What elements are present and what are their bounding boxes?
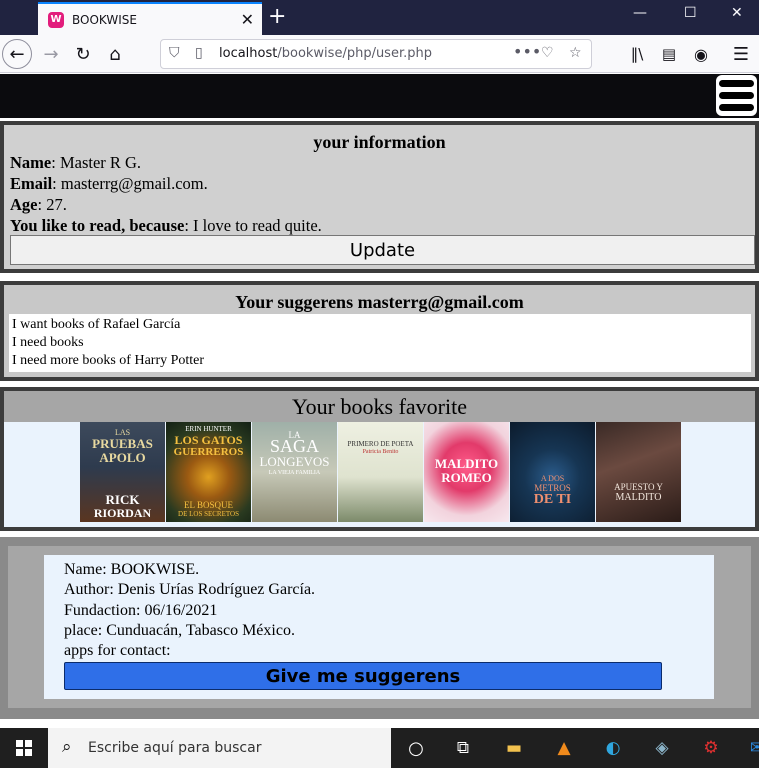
cover-text: DE TI xyxy=(533,492,572,507)
book-cover[interactable]: LA SAGA LONGEVOS LA VIEJA FAMILIA xyxy=(252,422,337,522)
windows-start-icon[interactable] xyxy=(16,740,32,756)
bookwise-favicon-icon: W xyxy=(48,11,64,28)
cover-text: RIORDAN xyxy=(93,506,152,520)
about-author: Author: Denis Urías Rodríguez García. xyxy=(64,581,316,599)
cortana-icon[interactable]: ○ xyxy=(404,736,428,760)
minimize-icon[interactable]: — xyxy=(633,5,647,21)
list-item: I need more books of Harry Potter xyxy=(12,353,205,368)
home-icon[interactable]: ⌂ xyxy=(100,39,130,69)
taskbar-search-input[interactable]: ⌕ Escribe aquí para buscar xyxy=(48,728,391,768)
forward-arrow-icon[interactable]: → xyxy=(36,39,66,69)
age-value: : 27. xyxy=(37,195,67,214)
book-cover[interactable]: LAS PRUEBAS APOLO RICK RIORDAN xyxy=(80,422,165,522)
book-cover[interactable]: PRIMERO DE POETA Patricia Benito xyxy=(338,422,423,522)
cover-text: APOLO xyxy=(99,450,146,465)
name-value: : Master R G. xyxy=(51,153,142,172)
book-cover[interactable]: ERIN HUNTER LOS GATOS GUERREROS EL BOSQU… xyxy=(166,422,251,522)
reason-value: : I love to read quite. xyxy=(184,216,322,235)
cover-text: GUERREROS xyxy=(173,446,244,458)
cover-text: APUESTO Y xyxy=(614,482,663,492)
list-item: I want books of Rafael García xyxy=(12,317,181,332)
favorites-panel: Your books favorite LAS PRUEBAS APOLO RI… xyxy=(0,387,759,531)
pocket-icon[interactable]: ♡ xyxy=(541,45,554,61)
update-button[interactable]: Update xyxy=(10,235,755,265)
cover-text: Patricia Benito xyxy=(362,449,399,455)
account-icon[interactable]: ◉ xyxy=(686,39,716,69)
url-bar[interactable]: ⛉ ▯ localhost/bookwise/php/user.php ••• … xyxy=(160,39,592,69)
book-covers: LAS PRUEBAS APOLO RICK RIORDAN ERIN HUNT… xyxy=(80,422,681,522)
search-placeholder: Escribe aquí para buscar xyxy=(88,740,262,756)
about-name: Name: BOOKWISE. xyxy=(64,561,200,578)
task-view-icon[interactable]: ⧉ xyxy=(451,736,475,760)
game-icon[interactable]: ◈ xyxy=(650,736,674,760)
file-explorer-icon[interactable]: ▬ xyxy=(502,736,526,760)
favorites-title: Your books favorite xyxy=(4,391,755,422)
browser-tab[interactable]: W BOOKWISE ✕ xyxy=(38,2,262,35)
cover-text: MALDITO xyxy=(615,492,662,503)
cover-text: DE LOS SECRETOS xyxy=(178,510,239,518)
email-value: : masterrg@gmail.com. xyxy=(52,174,208,193)
url-path: /bookwise/php/user.php xyxy=(277,46,432,61)
mail-icon[interactable]: ✉ xyxy=(745,736,759,760)
browser-navbar: ← → ↻ ⌂ ⛉ ▯ localhost/bookwise/php/user.… xyxy=(0,35,759,73)
about-frame: Name: BOOKWISE. Author: Denis Urías Rodr… xyxy=(8,546,751,708)
info-email: Email: masterrg@gmail.com. xyxy=(10,173,749,194)
page-icon: ▯ xyxy=(195,45,203,61)
suggestions-title: Your suggerens masterrg@gmail.com xyxy=(235,292,524,312)
site-header xyxy=(0,74,759,118)
search-icon: ⌕ xyxy=(62,737,72,757)
library-icon[interactable]: ‖\ xyxy=(622,39,652,69)
shield-icon[interactable]: ⛉ xyxy=(169,45,180,61)
about-card: Name: BOOKWISE. Author: Denis Urías Rodr… xyxy=(44,555,714,699)
bookmark-star-icon[interactable]: ☆ xyxy=(569,45,582,61)
app-settings-icon[interactable]: ⚙ xyxy=(699,736,723,760)
window-close-icon[interactable]: ✕ xyxy=(731,5,743,21)
cover-text: PRIMERO DE POETA xyxy=(347,440,414,448)
book-cover[interactable]: APUESTO Y MALDITO xyxy=(596,422,681,522)
maximize-icon[interactable]: ☐ xyxy=(684,5,697,21)
menu-icon[interactable]: ☰ xyxy=(726,39,756,69)
name-label: Name xyxy=(10,153,52,172)
back-arrow-icon[interactable]: ← xyxy=(2,39,32,69)
browser-titlebar: W BOOKWISE ✕ + — ☐ ✕ xyxy=(0,0,759,35)
cover-text: ERIN HUNTER xyxy=(185,425,232,433)
cover-text: ROMEO xyxy=(441,470,492,485)
url-host: localhost xyxy=(219,46,278,61)
cover-text: LA VIEJA FAMILIA xyxy=(268,470,321,476)
about-fundaction: Fundaction: 06/16/2021 xyxy=(64,601,218,619)
info-name: Name: Master R G. xyxy=(10,152,749,173)
info-reason: You like to read, because: I love to rea… xyxy=(10,215,749,236)
about-section: Name: BOOKWISE. Author: Denis Urías Rodr… xyxy=(0,537,759,719)
url-text[interactable]: localhost/bookwise/php/user.php xyxy=(219,46,432,61)
reload-icon[interactable]: ↻ xyxy=(68,39,98,69)
book-cover[interactable]: MALDITO ROMEO xyxy=(424,422,509,522)
age-label: Age xyxy=(10,195,38,214)
suggestions-panel: Your suggerens masterrg@gmail.com I want… xyxy=(0,281,759,381)
more-options-icon[interactable]: ••• xyxy=(513,42,541,61)
tab-close-icon[interactable]: ✕ xyxy=(241,10,254,29)
about-place: place: Cunduacán, Tabasco México. xyxy=(64,621,295,639)
reason-label: You like to read, because xyxy=(10,216,185,235)
user-info-panel: your information Name: Master R G. Email… xyxy=(0,121,759,273)
book-cover[interactable]: A DOS METROS DE TI xyxy=(510,422,595,522)
hamburger-menu-icon[interactable] xyxy=(716,75,757,116)
cover-text: LONGEVOS xyxy=(259,454,330,469)
email-label: Email xyxy=(10,174,53,193)
info-age: Age: 27. xyxy=(10,194,749,215)
suggestions-list: I want books of Rafael García I need boo… xyxy=(9,314,751,372)
list-item: I need books xyxy=(12,335,84,350)
vlc-icon[interactable]: ▲ xyxy=(552,736,576,760)
sidebar-icon[interactable]: ▤ xyxy=(654,39,684,69)
about-apps: apps for contact: xyxy=(64,642,171,660)
new-tab-icon[interactable]: + xyxy=(268,4,286,29)
info-title: your information xyxy=(313,132,446,152)
cover-text: A DOS xyxy=(540,474,565,483)
cover-text: EL BOSQUE xyxy=(184,500,233,510)
edge-browser-icon[interactable]: ◐ xyxy=(601,736,625,760)
windows-taskbar: ⌕ Escribe aquí para buscar ○ ⧉ ▬ ▲ ◐ ◈ ⚙… xyxy=(0,728,759,768)
tab-title: BOOKWISE xyxy=(72,12,137,27)
give-suggestions-button[interactable]: Give me suggerens xyxy=(64,662,662,691)
